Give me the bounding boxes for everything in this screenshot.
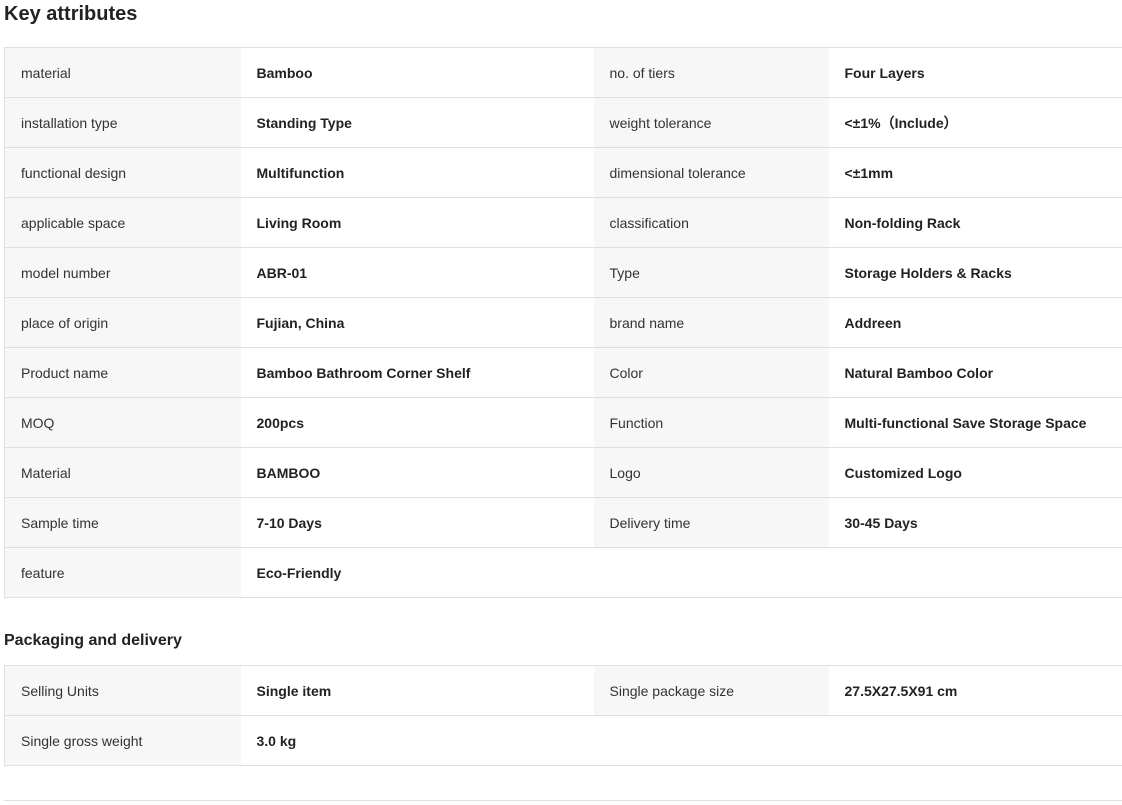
- attribute-row: material Bamboo no. of tiers Four Layers: [4, 47, 1122, 98]
- attribute-key: weight tolerance: [593, 97, 829, 148]
- attribute-key: material: [4, 47, 241, 98]
- attribute-key: Type: [593, 247, 829, 298]
- attribute-value: Addreen: [828, 297, 1122, 348]
- attribute-value: BAMBOO: [240, 447, 594, 498]
- attribute-value: [828, 715, 1122, 766]
- attribute-value: Natural Bamboo Color: [828, 347, 1122, 398]
- attribute-row: functional design Multifunction dimensiona…: [4, 147, 1122, 198]
- attribute-value: Living Room: [240, 197, 594, 248]
- attribute-value: Single item: [240, 665, 594, 716]
- attribute-value: Customized Logo: [828, 447, 1122, 498]
- attribute-value: Eco-Friendly: [240, 547, 594, 598]
- key-attributes-table: material Bamboo no. of tiers Four Layers ins…: [4, 47, 1122, 598]
- attribute-key: Product name: [4, 347, 241, 398]
- attribute-value: <±1%（Include）: [828, 97, 1122, 148]
- attribute-row: model number ABR-01 Type Storage Holders & …: [4, 247, 1122, 298]
- attribute-row: Sample time 7-10 Days Delivery time 30-45 D…: [4, 497, 1122, 548]
- attribute-row: Product name Bamboo Bathroom Corner Shelf…: [4, 347, 1122, 398]
- attribute-key: Logo: [593, 447, 829, 498]
- attribute-row: place of origin Fujian, China brand name Ad…: [4, 297, 1122, 348]
- attribute-row: Material BAMBOO Logo Customized Logo: [4, 447, 1122, 498]
- attribute-value: ABR-01: [240, 247, 594, 298]
- key-attributes-body: material Bamboo no. of tiers Four Layers ins…: [4, 47, 1122, 598]
- attribute-key: [593, 715, 829, 766]
- attribute-key: Selling Units: [4, 665, 241, 716]
- attribute-key: place of origin: [4, 297, 241, 348]
- attribute-row: feature Eco-Friendly: [4, 547, 1122, 598]
- attribute-value: [828, 547, 1122, 598]
- attribute-key: Delivery time: [593, 497, 829, 548]
- section-divider: [4, 800, 1122, 801]
- attribute-row: MOQ 200pcs Function Multi-functional Save S…: [4, 397, 1122, 448]
- attribute-key: Material: [4, 447, 241, 498]
- attribute-value: <±1mm: [828, 147, 1122, 198]
- packaging-delivery-table: Selling Units Single item Single package s…: [4, 665, 1122, 766]
- attribute-key: no. of tiers: [593, 47, 829, 98]
- attribute-key: Single package size: [593, 665, 829, 716]
- attribute-key: installation type: [4, 97, 241, 148]
- attribute-key: MOQ: [4, 397, 241, 448]
- attribute-key: Single gross weight: [4, 715, 241, 766]
- packaging-delivery-title: Packaging and delivery: [4, 632, 182, 649]
- attribute-value: Standing Type: [240, 97, 594, 148]
- attribute-row: Single gross weight 3.0 kg: [4, 715, 1122, 766]
- attribute-value: 200pcs: [240, 397, 594, 448]
- attribute-row: installation type Standing Type weight tol…: [4, 97, 1122, 148]
- attribute-key: Sample time: [4, 497, 241, 548]
- attribute-row: Selling Units Single item Single package s…: [4, 665, 1122, 716]
- attribute-row: applicable space Living Room classificatio…: [4, 197, 1122, 248]
- attribute-value: Multi-functional Save Storage Space: [828, 397, 1122, 448]
- attribute-key: model number: [4, 247, 241, 298]
- attribute-value: 30-45 Days: [828, 497, 1122, 548]
- key-attributes-title: Key attributes: [4, 3, 138, 25]
- attribute-key: [593, 547, 829, 598]
- attribute-key: feature: [4, 547, 241, 598]
- attribute-value: Four Layers: [828, 47, 1122, 98]
- attribute-key: dimensional tolerance: [593, 147, 829, 198]
- attribute-value: 7-10 Days: [240, 497, 594, 548]
- attribute-value: Fujian, China: [240, 297, 594, 348]
- attribute-value: 3.0 kg: [240, 715, 594, 766]
- attribute-value: Storage Holders & Racks: [828, 247, 1122, 298]
- attribute-value: 27.5X27.5X91 cm: [828, 665, 1122, 716]
- attribute-key: Function: [593, 397, 829, 448]
- attribute-key: functional design: [4, 147, 241, 198]
- attribute-key: classification: [593, 197, 829, 248]
- attribute-value: Bamboo Bathroom Corner Shelf: [240, 347, 594, 398]
- attribute-value: Multifunction: [240, 147, 594, 198]
- packaging-delivery-body: Selling Units Single item Single package s…: [4, 665, 1122, 766]
- attribute-key: Color: [593, 347, 829, 398]
- attribute-key: brand name: [593, 297, 829, 348]
- attribute-value: Bamboo: [240, 47, 594, 98]
- attribute-key: applicable space: [4, 197, 241, 248]
- attribute-value: Non-folding Rack: [828, 197, 1122, 248]
